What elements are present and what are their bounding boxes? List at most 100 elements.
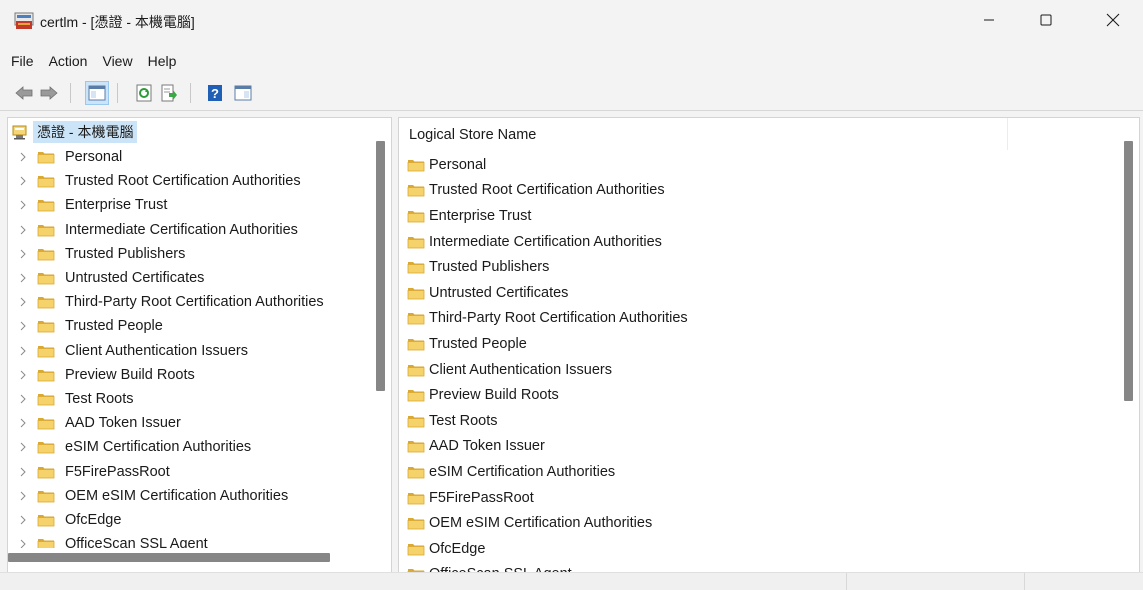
column-header-logical-store-name[interactable]: Logical Store Name (409, 127, 536, 143)
tree-item-label: eSIM Certification Authorities (65, 439, 252, 456)
tree-root-node[interactable]: 憑證 - 本機電腦 (11, 121, 138, 143)
tree-horizontal-scroll-thumb[interactable] (8, 553, 330, 562)
tree-item[interactable]: OEM eSIM Certification Authorities (8, 484, 373, 508)
chevron-right-icon[interactable] (19, 200, 27, 210)
tree-expand-toggle[interactable] (19, 152, 29, 162)
list-item[interactable]: Trusted Publishers (399, 254, 1119, 280)
tree-expand-toggle[interactable] (19, 176, 29, 186)
minimize-button[interactable] (966, 0, 1012, 40)
list-item[interactable]: Trusted People (399, 331, 1119, 357)
folder-icon (37, 297, 55, 309)
tree-expand-toggle[interactable] (19, 249, 29, 259)
tree-item[interactable]: Preview Build Roots (8, 363, 373, 387)
back-button[interactable] (13, 82, 35, 104)
tree-vertical-scroll-thumb[interactable] (376, 141, 385, 391)
menu-view[interactable]: View (96, 53, 138, 69)
chevron-right-icon[interactable] (19, 491, 27, 501)
tree-item[interactable]: Third-Party Root Certification Authoriti… (8, 290, 373, 314)
tree-expand-toggle[interactable] (19, 418, 29, 428)
menu-help[interactable]: Help (142, 53, 183, 69)
list-vertical-scroll-thumb[interactable] (1124, 141, 1133, 401)
tree-expand-toggle[interactable] (19, 346, 29, 356)
tree-item[interactable]: Trusted Root Certification Authorities (8, 169, 373, 193)
folder-icon (407, 159, 425, 172)
tree-expand-toggle[interactable] (19, 442, 29, 452)
tree-item[interactable]: Intermediate Certification Authorities (8, 218, 373, 242)
list-vertical-scrollbar[interactable] (1119, 118, 1137, 573)
chevron-right-icon[interactable] (19, 225, 27, 235)
column-header-row: Logical Store Name (399, 118, 1119, 151)
list-item-label: Trusted Publishers (429, 259, 550, 276)
tree-item[interactable]: OfcEdge (8, 508, 373, 532)
help-button[interactable]: ? (204, 82, 226, 104)
tree-expand-toggle[interactable] (19, 394, 29, 404)
tree-item[interactable]: Test Roots (8, 387, 373, 411)
chevron-right-icon[interactable] (19, 152, 27, 162)
chevron-right-icon[interactable] (19, 418, 27, 428)
tree-item[interactable]: Enterprise Trust (8, 193, 373, 217)
export-list-button[interactable] (158, 82, 180, 104)
chevron-right-icon[interactable] (19, 297, 27, 307)
tree-item-label: F5FirePassRoot (65, 463, 170, 480)
tree-item[interactable]: Personal (8, 145, 373, 169)
list-item-label: OfcEdge (429, 540, 486, 557)
tree-item[interactable]: Trusted People (8, 314, 373, 338)
chevron-right-icon[interactable] (19, 321, 27, 331)
list-item[interactable]: Personal (399, 152, 1119, 178)
tree-vertical-scrollbar[interactable] (372, 118, 390, 548)
list-item[interactable]: Client Authentication Issuers (399, 357, 1119, 383)
chevron-right-icon[interactable] (19, 273, 27, 283)
tree-item[interactable]: AAD Token Issuer (8, 411, 373, 435)
list-item[interactable]: F5FirePassRoot (399, 485, 1119, 511)
chevron-right-icon[interactable] (19, 467, 27, 477)
tree-item[interactable]: eSIM Certification Authorities (8, 435, 373, 459)
chevron-right-icon[interactable] (19, 176, 27, 186)
menu-file[interactable]: File (5, 53, 40, 69)
list-item[interactable]: Trusted Root Certification Authorities (399, 178, 1119, 204)
tree-expand-toggle[interactable] (19, 273, 29, 283)
tree-expand-toggle[interactable] (19, 200, 29, 210)
tree-item[interactable]: Client Authentication Issuers (8, 339, 373, 363)
chevron-right-icon[interactable] (19, 346, 27, 356)
tree-item[interactable]: Trusted Publishers (8, 242, 373, 266)
tree-expand-toggle[interactable] (19, 370, 29, 380)
list-item[interactable]: Enterprise Trust (399, 203, 1119, 229)
tree-expand-toggle[interactable] (19, 467, 29, 477)
tree-horizontal-scrollbar[interactable] (8, 548, 373, 572)
list-item[interactable]: OfcEdge (399, 536, 1119, 562)
tree-item-label: Trusted Publishers (65, 245, 186, 262)
show-hide-action-pane-button[interactable] (232, 82, 254, 104)
list-item[interactable]: AAD Token Issuer (399, 434, 1119, 460)
forward-button[interactable] (38, 82, 60, 104)
list-item[interactable]: Untrusted Certificates (399, 280, 1119, 306)
tree-expand-toggle[interactable] (19, 225, 29, 235)
list-item[interactable]: Third-Party Root Certification Authoriti… (399, 306, 1119, 332)
chevron-right-icon[interactable] (19, 370, 27, 380)
list-item[interactable]: Test Roots (399, 408, 1119, 434)
list-item[interactable]: Intermediate Certification Authorities (399, 229, 1119, 255)
refresh-button[interactable] (133, 82, 155, 104)
tree-expand-toggle[interactable] (19, 515, 29, 525)
list-item[interactable]: eSIM Certification Authorities (399, 459, 1119, 485)
list-item[interactable]: Preview Build Roots (399, 382, 1119, 408)
list-item-label: Personal (429, 156, 487, 173)
column-divider[interactable] (1007, 118, 1008, 150)
menu-action[interactable]: Action (43, 53, 94, 69)
show-hide-console-tree-button[interactable] (85, 81, 109, 105)
chevron-right-icon[interactable] (19, 249, 27, 259)
tree-expand-toggle[interactable] (19, 491, 29, 501)
tree-expand-toggle[interactable] (19, 297, 29, 307)
tree-item[interactable]: Untrusted Certificates (8, 266, 373, 290)
tree-item[interactable]: F5FirePassRoot (8, 459, 373, 483)
chevron-right-icon[interactable] (19, 442, 27, 452)
tree-item-label: Untrusted Certificates (65, 270, 205, 287)
tree-expand-toggle[interactable] (19, 321, 29, 331)
chevron-right-icon[interactable] (19, 394, 27, 404)
chevron-right-icon[interactable] (19, 515, 27, 525)
close-button[interactable] (1090, 0, 1136, 40)
maximize-button[interactable] (1023, 0, 1069, 40)
tree-item-label: Trusted Root Certification Authorities (65, 173, 301, 190)
title-bar[interactable]: certlm - [憑證 - 本機電腦] (0, 0, 1143, 44)
folder-icon (37, 466, 55, 478)
list-item[interactable]: OEM eSIM Certification Authorities (399, 510, 1119, 536)
